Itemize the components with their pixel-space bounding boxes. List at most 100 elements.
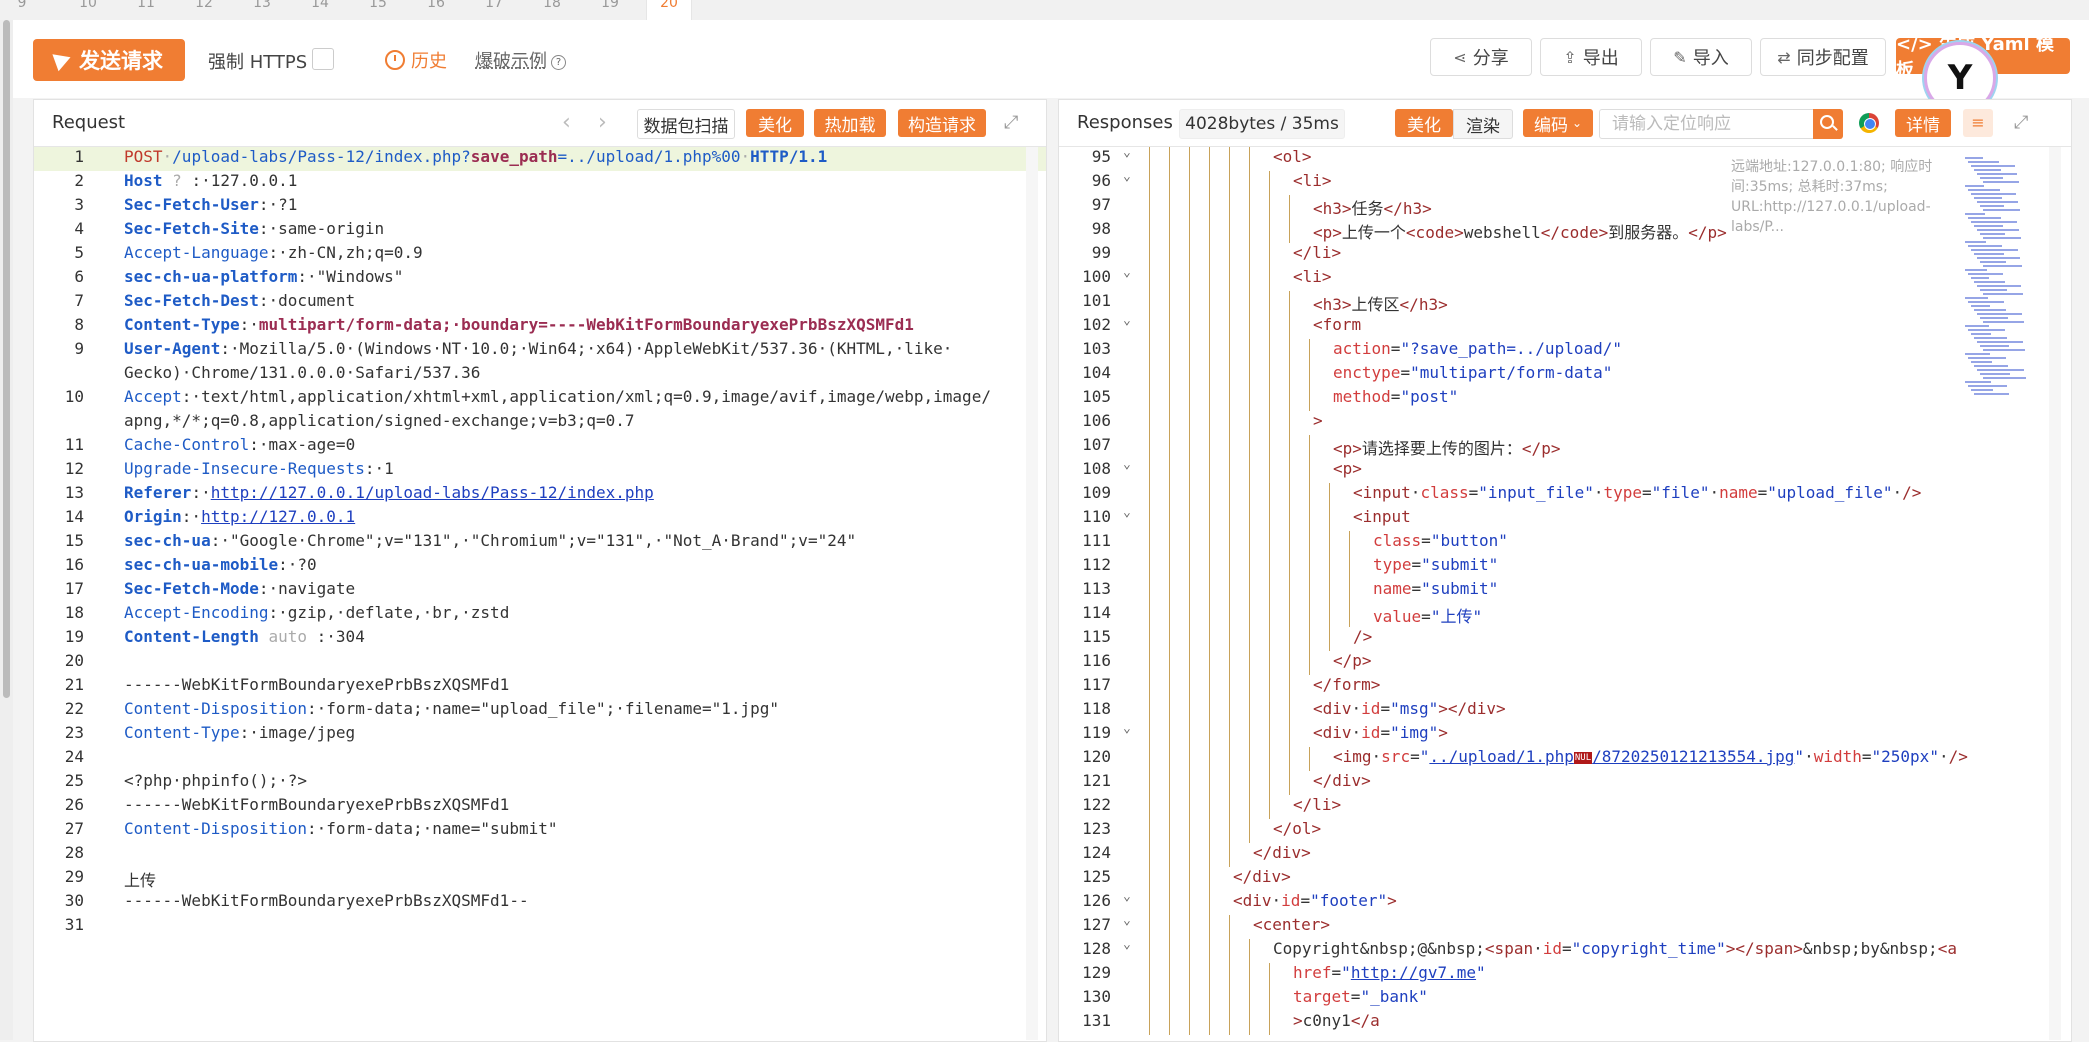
response-line[interactable]: 124 </div>: [1059, 843, 2071, 867]
request-line[interactable]: 24: [34, 747, 1046, 771]
response-viewer[interactable]: 95 ⌄ <ol> 96 ⌄ <li> 97 <h3>任务</h3> 98 <p>上传一个<cod…: [1059, 147, 2071, 1041]
response-line[interactable]: 125 </div>: [1059, 867, 2071, 891]
fold-chevron-icon[interactable]: ⌄: [1123, 265, 1131, 280]
comment-icon[interactable]: ≡: [1963, 109, 1993, 137]
tab-16[interactable]: 16: [414, 0, 458, 20]
fold-chevron-icon[interactable]: ⌄: [1123, 147, 1131, 160]
request-line[interactable]: 14 Origin:·http://127.0.0.1: [34, 507, 1046, 531]
response-line[interactable]: 100 ⌄ <li>: [1059, 265, 2071, 291]
tab-19[interactable]: 19: [588, 0, 632, 20]
response-line[interactable]: 99 </li>: [1059, 243, 2071, 267]
locate-response-input[interactable]: 请输入定位响应: [1599, 109, 1821, 139]
request-line[interactable]: 25 <?php·phpinfo();·?>: [34, 771, 1046, 795]
response-line[interactable]: 111 class="button": [1059, 531, 2071, 555]
tab-12[interactable]: 12: [182, 0, 226, 20]
response-line[interactable]: 107 <p>请选择要上传的图片：</p>: [1059, 435, 2071, 459]
request-line[interactable]: 22 Content-Disposition:·form-data;·name="…: [34, 699, 1046, 723]
send-request-button[interactable]: 发送请求: [33, 39, 185, 81]
detail-button[interactable]: 详情: [1895, 109, 1951, 137]
response-line[interactable]: 106 >: [1059, 411, 2071, 435]
response-line[interactable]: 128 ⌄ Copyright&nbsp;@&nbsp;<span·id="copy…: [1059, 937, 2071, 963]
request-scrollbar[interactable]: [1026, 147, 1038, 1040]
fold-chevron-icon[interactable]: ⌄: [1123, 937, 1131, 952]
tab-9[interactable]: 9: [0, 0, 44, 20]
response-line[interactable]: 126 ⌄ <div·id="footer">: [1059, 889, 2071, 915]
beautify-request-button[interactable]: 美化: [746, 109, 804, 137]
request-line[interactable]: 26 ------WebKitFormBoundaryexePrbBszXQSMF…: [34, 795, 1046, 819]
construct-request-button[interactable]: 构造请求: [898, 109, 986, 137]
share-button[interactable]: ⋖ 分享: [1430, 38, 1532, 76]
response-line[interactable]: 114 value="上传": [1059, 603, 2071, 627]
brute-example-link[interactable]: 爆破示例?: [475, 47, 566, 73]
response-line[interactable]: 112 type="submit": [1059, 555, 2071, 579]
request-line[interactable]: 18 Accept-Encoding:·gzip,·deflate,·br,·zs…: [34, 603, 1046, 627]
hotload-button[interactable]: 热加载: [814, 109, 886, 137]
request-line[interactable]: 27 Content-Disposition:·form-data;·name="…: [34, 819, 1046, 843]
request-line[interactable]: 12 Upgrade-Insecure-Requests:·1: [34, 459, 1046, 483]
response-line[interactable]: 121 </div>: [1059, 771, 2071, 795]
request-line[interactable]: 10 Accept:·text/html,application/xhtml+xm…: [34, 387, 1046, 411]
fold-chevron-icon[interactable]: ⌄: [1123, 913, 1131, 928]
response-line[interactable]: 123 </ol>: [1059, 819, 2071, 843]
request-line[interactable]: 23 Content-Type:·image/jpeg: [34, 723, 1046, 747]
expand-response-icon[interactable]: ⤢: [2014, 112, 2028, 133]
request-line[interactable]: 2 Host ? :·127.0.0.1: [34, 171, 1046, 195]
chrome-icon[interactable]: [1859, 113, 1879, 133]
response-line[interactable]: 109 <input·class="input_file"·type="file"…: [1059, 483, 2071, 507]
request-line[interactable]: 1 POST·/upload-labs/Pass-12/index.php?sav…: [34, 147, 1046, 171]
response-line[interactable]: 122 </li>: [1059, 795, 2071, 819]
fold-chevron-icon[interactable]: ⌄: [1123, 889, 1131, 904]
response-minimap[interactable]: [1965, 157, 2026, 397]
response-line[interactable]: 105 method="post": [1059, 387, 2071, 411]
response-line[interactable]: 113 name="submit": [1059, 579, 2071, 603]
response-line[interactable]: 131 >c0ny1</a: [1059, 1011, 2071, 1035]
response-line[interactable]: 117 </form>: [1059, 675, 2071, 699]
fold-chevron-icon[interactable]: ⌄: [1123, 505, 1131, 520]
request-line[interactable]: 11 Cache-Control:·max-age=0: [34, 435, 1046, 459]
fold-chevron-icon[interactable]: ⌄: [1123, 313, 1131, 328]
request-line[interactable]: 28: [34, 843, 1046, 867]
request-line[interactable]: 6 sec-ch-ua-platform:·"Windows": [34, 267, 1046, 291]
fold-chevron-icon[interactable]: ⌄: [1123, 721, 1131, 736]
request-line[interactable]: 19 Content-Length auto :·304: [34, 627, 1046, 651]
page-scrollbar-thumb[interactable]: [3, 20, 10, 698]
request-line[interactable]: 4 Sec-Fetch-Site:·same-origin: [34, 219, 1046, 243]
response-line[interactable]: 115 />: [1059, 627, 2071, 651]
response-line[interactable]: 120 <img·src="../upload/1.phpNUL/87202501…: [1059, 747, 2071, 771]
tab-15[interactable]: 15: [356, 0, 400, 20]
response-scrollbar[interactable]: [2049, 147, 2061, 1040]
request-line[interactable]: 8 Content-Type:·multipart/form-data;·boun…: [34, 315, 1046, 339]
request-line[interactable]: 3 Sec-Fetch-User:·?1: [34, 195, 1046, 219]
request-line[interactable]: 21 ------WebKitFormBoundaryexePrbBszXQSMF…: [34, 675, 1046, 699]
request-line[interactable]: Gecko)·Chrome/131.0.0.0·Safari/537.36: [34, 363, 1046, 387]
tab-18[interactable]: 18: [530, 0, 574, 20]
response-line[interactable]: 104 enctype="multipart/form-data": [1059, 363, 2071, 387]
tab-14[interactable]: 14: [298, 0, 342, 20]
encoding-dropdown[interactable]: 编码 ⌄: [1523, 109, 1593, 137]
fold-chevron-icon[interactable]: ⌄: [1123, 457, 1131, 472]
request-line[interactable]: 31: [34, 915, 1046, 939]
request-line[interactable]: 13 Referer:·http://127.0.0.1/upload-labs/…: [34, 483, 1046, 507]
page-scrollbar[interactable]: [0, 20, 13, 1040]
response-line[interactable]: 103 action="?save_path=../upload/": [1059, 339, 2071, 363]
response-line[interactable]: 116 </p>: [1059, 651, 2071, 675]
tab-20[interactable]: 20: [646, 0, 692, 20]
request-line[interactable]: apng,*/*;q=0.8,application/signed-exchan…: [34, 411, 1046, 435]
beautify-response-button[interactable]: 美化: [1395, 109, 1453, 137]
response-line[interactable]: 118 <div·id="msg"></div>: [1059, 699, 2071, 723]
request-line[interactable]: 29 上传: [34, 867, 1046, 891]
export-button[interactable]: ⇪ 导出: [1540, 38, 1642, 76]
request-line[interactable]: 20: [34, 651, 1046, 675]
tab-11[interactable]: 11: [124, 0, 168, 20]
fold-chevron-icon[interactable]: ⌄: [1123, 169, 1131, 184]
request-editor[interactable]: 1 POST·/upload-labs/Pass-12/index.php?sav…: [34, 147, 1046, 1041]
request-line[interactable]: 15 sec-ch-ua:·"Google·Chrome";v="131",·"C…: [34, 531, 1046, 555]
response-line[interactable]: 127 ⌄ <center>: [1059, 913, 2071, 939]
request-line[interactable]: 30 ------WebKitFormBoundaryexePrbBszXQSMF…: [34, 891, 1046, 915]
request-line[interactable]: 9 User-Agent:·Mozilla/5.0·(Windows·NT·10.…: [34, 339, 1046, 363]
response-line[interactable]: 102 ⌄ <form: [1059, 313, 2071, 339]
tab-13[interactable]: 13: [240, 0, 284, 20]
chevron-right-icon[interactable]: ›: [598, 110, 607, 135]
render-button[interactable]: 渲染: [1453, 109, 1513, 139]
request-line[interactable]: 5 Accept-Language:·zh-CN,zh;q=0.9: [34, 243, 1046, 267]
